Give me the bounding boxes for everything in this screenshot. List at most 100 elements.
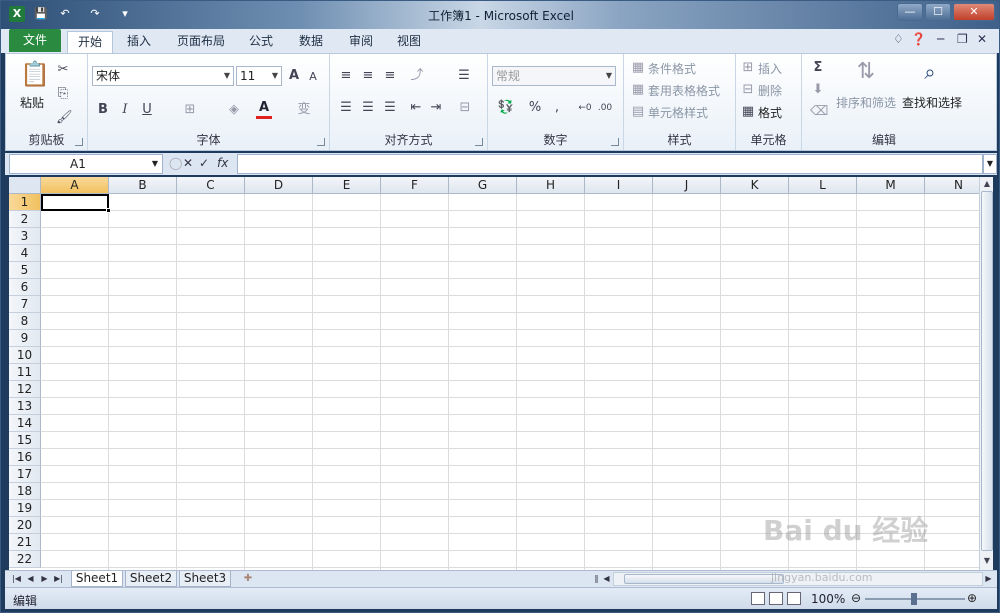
clear-icon[interactable]: ⌫ — [810, 104, 828, 120]
shrink-font-icon[interactable]: A — [306, 69, 320, 85]
format-painter-icon[interactable]: 🖌 — [56, 110, 73, 126]
align-right-icon[interactable]: ☰ — [382, 100, 398, 116]
row-header-3[interactable]: 3 — [9, 228, 41, 245]
column-header-n[interactable]: N — [925, 177, 979, 194]
row-header-22[interactable]: 22 — [9, 551, 41, 568]
tab-insert[interactable]: 插入 — [117, 31, 161, 53]
row-header-8[interactable]: 8 — [9, 313, 41, 330]
scroll-right-icon[interactable]: ▶ — [983, 572, 994, 586]
sort-filter-button[interactable]: 排序和筛选 — [836, 94, 896, 111]
tab-data[interactable]: 数据 — [291, 31, 331, 53]
row-header-11[interactable]: 11 — [9, 364, 41, 381]
cell-styles-icon[interactable]: ▤ — [630, 104, 646, 120]
column-header-c[interactable]: C — [177, 177, 245, 194]
row-header-19[interactable]: 19 — [9, 500, 41, 517]
last-sheet-icon[interactable]: ▶| — [53, 572, 64, 586]
column-header-k[interactable]: K — [721, 177, 789, 194]
percent-button[interactable]: % — [528, 100, 542, 116]
scroll-left-icon[interactable]: ◀ — [601, 572, 612, 586]
zoom-out-icon[interactable]: ⊖ — [851, 591, 861, 605]
delete-cells-icon[interactable]: ⊟ — [740, 82, 756, 98]
tab-page-layout[interactable]: 页面布局 — [169, 31, 233, 53]
font-size-select[interactable]: 11 ▼ — [236, 66, 282, 86]
column-header-a[interactable]: A — [41, 177, 109, 194]
column-header-b[interactable]: B — [109, 177, 177, 194]
align-middle-icon[interactable]: ≡ — [360, 68, 376, 84]
grow-font-icon[interactable]: A — [286, 68, 302, 84]
cut-icon[interactable]: ✂ — [56, 62, 70, 78]
row-header-20[interactable]: 20 — [9, 517, 41, 534]
find-binoculars-icon[interactable]: ⌕ — [916, 58, 944, 86]
column-header-f[interactable]: F — [381, 177, 449, 194]
row-header-17[interactable]: 17 — [9, 466, 41, 483]
vertical-scrollbar[interactable]: ▲ ▼ — [979, 177, 993, 570]
orientation-icon[interactable]: ⤴ — [408, 68, 426, 84]
align-left-icon[interactable]: ☰ — [338, 100, 354, 116]
row-header-12[interactable]: 12 — [9, 381, 41, 398]
format-button[interactable]: 格式 — [758, 104, 782, 121]
format-cells-icon[interactable]: ▦ — [740, 104, 756, 120]
tab-formulas[interactable]: 公式 — [241, 31, 281, 53]
dialog-launcher-icon[interactable] — [475, 138, 483, 146]
minimize-ribbon-icon[interactable]: ♢ — [893, 32, 904, 46]
column-header-l[interactable]: L — [789, 177, 857, 194]
row-header-2[interactable]: 2 — [9, 211, 41, 228]
column-header-j[interactable]: J — [653, 177, 721, 194]
scroll-up-icon[interactable]: ▲ — [981, 178, 993, 190]
currency-icon[interactable]: 💱 — [496, 100, 516, 116]
font-name-select[interactable]: 宋体 ▼ — [92, 66, 234, 86]
align-top-icon[interactable]: ≡ — [338, 68, 354, 84]
number-format-select[interactable]: 常规 ▼ — [492, 66, 616, 86]
fill-icon[interactable]: ⬇ — [810, 82, 826, 98]
help-icon[interactable]: ❓ — [911, 32, 926, 46]
minimize-button[interactable]: — — [897, 3, 923, 21]
row-header-4[interactable]: 4 — [9, 245, 41, 262]
wrap-text-icon[interactable]: ☰ — [456, 68, 472, 84]
dialog-launcher-icon[interactable] — [611, 138, 619, 146]
column-header-d[interactable]: D — [245, 177, 313, 194]
row-header-16[interactable]: 16 — [9, 449, 41, 466]
page-break-view-icon[interactable] — [787, 592, 801, 605]
select-all-corner[interactable] — [9, 177, 41, 194]
copy-icon[interactable]: ⎘ — [56, 86, 70, 102]
scroll-down-icon[interactable]: ▼ — [981, 555, 993, 567]
tab-view[interactable]: 视图 — [389, 31, 429, 53]
normal-view-icon[interactable] — [751, 592, 765, 605]
fill-color-icon[interactable]: ◈ — [224, 102, 244, 118]
conditional-formatting-icon[interactable]: ▦ — [630, 60, 646, 76]
row-header-7[interactable]: 7 — [9, 296, 41, 313]
phonetic-icon[interactable]: 变 — [294, 102, 314, 118]
insert-button[interactable]: 插入 — [758, 60, 782, 77]
row-header-21[interactable]: 21 — [9, 534, 41, 551]
sheet-tab-2[interactable]: Sheet2 — [125, 571, 177, 587]
fill-handle[interactable] — [106, 208, 111, 213]
italic-button[interactable]: I — [118, 102, 132, 118]
format-as-table-button[interactable]: 套用表格格式 — [648, 82, 720, 99]
prev-sheet-icon[interactable]: ◀ — [25, 572, 36, 586]
name-box[interactable]: A1 ▼ — [9, 154, 163, 174]
doc-minimize-icon[interactable]: ─ — [937, 32, 944, 46]
row-header-13[interactable]: 13 — [9, 398, 41, 415]
cancel-entry-icon[interactable]: ✕ — [183, 156, 193, 170]
row-header-10[interactable]: 10 — [9, 347, 41, 364]
row-header-9[interactable]: 9 — [9, 330, 41, 347]
close-button[interactable]: ✕ — [953, 3, 995, 21]
next-sheet-icon[interactable]: ▶ — [39, 572, 50, 586]
confirm-entry-icon[interactable]: ✓ — [199, 156, 209, 170]
underline-button[interactable]: U — [140, 102, 154, 118]
align-center-icon[interactable]: ☰ — [360, 100, 376, 116]
page-layout-view-icon[interactable] — [769, 592, 783, 605]
row-header-6[interactable]: 6 — [9, 279, 41, 296]
vertical-scroll-thumb[interactable] — [981, 191, 993, 551]
column-header-e[interactable]: E — [313, 177, 381, 194]
paste-button[interactable]: 粘贴 — [20, 94, 44, 111]
increase-decimal-icon[interactable]: ←0 — [576, 100, 594, 116]
font-color-icon[interactable]: A — [256, 100, 272, 119]
decrease-indent-icon[interactable]: ⇤ — [408, 100, 424, 116]
sort-filter-icon[interactable]: ⇅ — [852, 58, 880, 86]
paste-icon[interactable]: 📋 — [20, 60, 50, 88]
sheet-tab-1[interactable]: Sheet1 — [71, 571, 123, 587]
tab-home[interactable]: 开始 — [67, 31, 113, 53]
dialog-launcher-icon[interactable] — [75, 138, 83, 146]
doc-close-icon[interactable]: ✕ — [977, 32, 987, 46]
